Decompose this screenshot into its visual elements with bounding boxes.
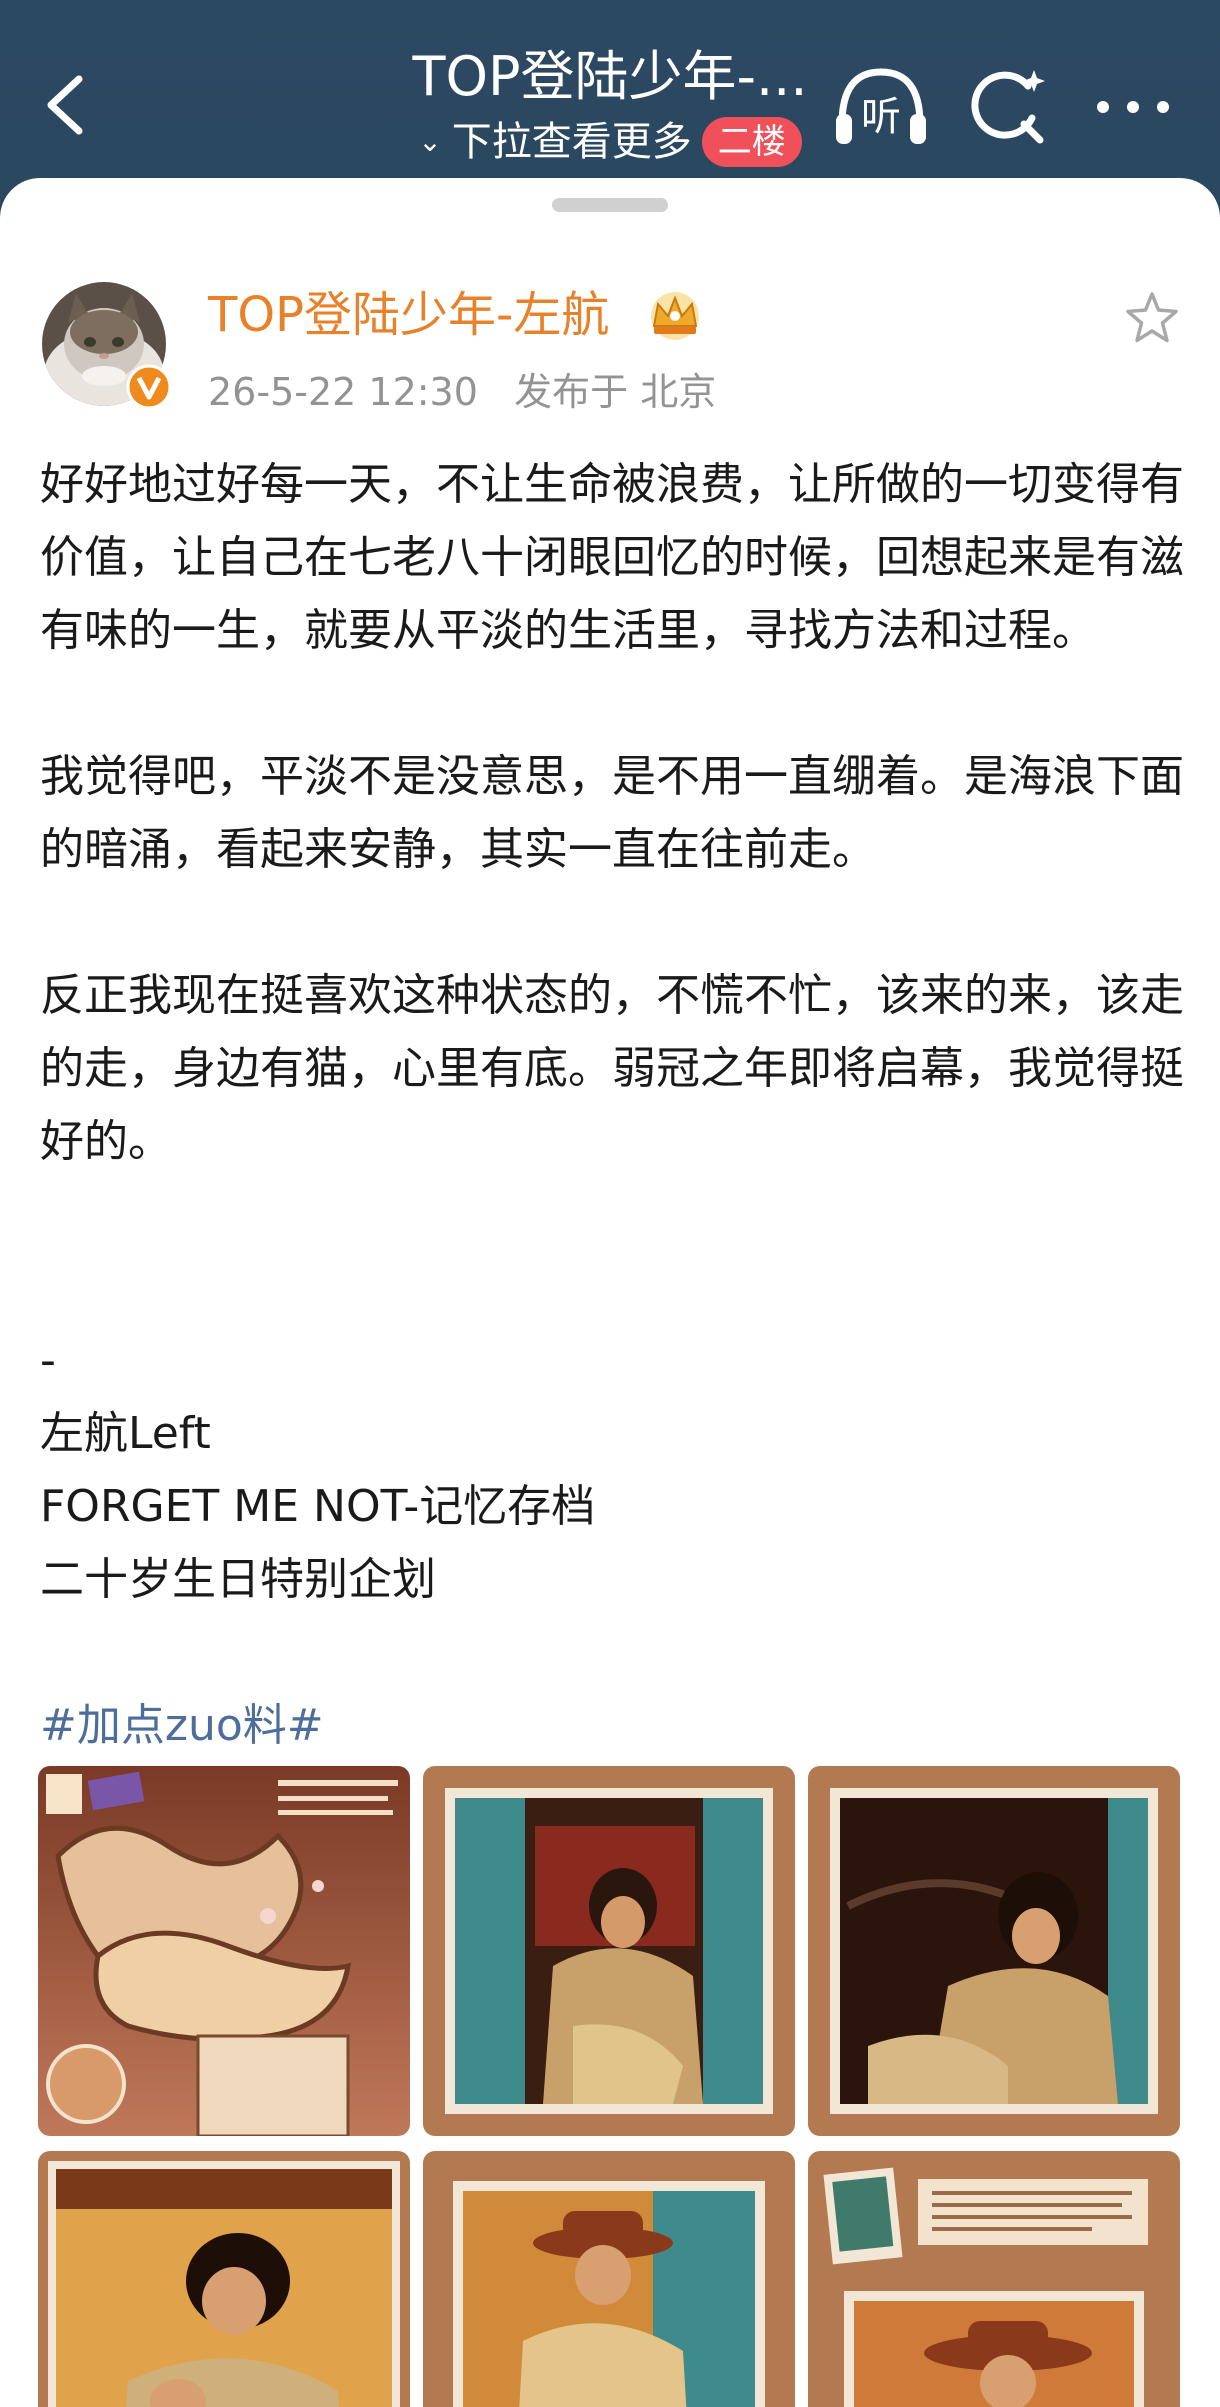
weibo-post-page: TOP登陆少年-... ⌄ 下拉查看更多 二楼 听 TOP登陆少年-左航 26-… bbox=[0, 0, 1220, 2407]
signature-line: 二十岁生日特别企划 bbox=[40, 1554, 436, 1605]
image-tile-photo[interactable] bbox=[38, 2151, 410, 2407]
star-icon bbox=[1126, 292, 1178, 343]
search-icon bbox=[971, 70, 1045, 144]
image-tile-poster[interactable] bbox=[38, 1766, 410, 2136]
signature-line: - bbox=[40, 1335, 56, 1386]
chevron-left-icon bbox=[47, 75, 83, 135]
nav-title: TOP登陆少年-... bbox=[412, 45, 808, 108]
more-button[interactable] bbox=[1088, 62, 1178, 152]
author-name[interactable]: TOP登陆少年-左航 bbox=[208, 282, 609, 348]
search-button[interactable] bbox=[966, 62, 1050, 152]
image-tile-photo[interactable] bbox=[808, 2151, 1180, 2407]
signature-line: 左航Left bbox=[40, 1408, 211, 1459]
favorite-button[interactable] bbox=[1124, 290, 1180, 346]
post-paragraph: 我觉得吧，平淡不是没意思，是不用一直绷着。是海浪下面的暗涌，看起来安静，其实一直… bbox=[40, 751, 1184, 875]
hashtag-link[interactable]: #加点zuo料# bbox=[40, 1689, 1190, 1762]
more-dots-icon bbox=[1097, 101, 1169, 113]
chevron-down-icon: ⌄ bbox=[418, 125, 442, 158]
listen-button[interactable]: 听 bbox=[832, 62, 930, 152]
post-location: 发布于 北京 bbox=[514, 370, 717, 414]
post-body: 好好地过好每一天，不让生命被浪费，让所做的一切变得有价值，让自己在七老八十闭眼回… bbox=[40, 448, 1190, 1762]
pull-down-text: 下拉查看更多 bbox=[451, 119, 692, 165]
signature-line: FORGET ME NOT-记忆存档 bbox=[40, 1481, 596, 1532]
top-nav-bar: TOP登陆少年-... ⌄ 下拉查看更多 二楼 听 bbox=[0, 0, 1220, 180]
post-meta: 26-5-22 12:30 发布于 北京 bbox=[208, 366, 716, 418]
floor-badge: 二楼 bbox=[701, 117, 802, 167]
back-button[interactable] bbox=[30, 60, 100, 150]
post-paragraph: 好好地过好每一天，不让生命被浪费，让所做的一切变得有价值，让自己在七老八十闭眼回… bbox=[40, 459, 1184, 656]
verified-badge-icon bbox=[126, 364, 172, 410]
image-tile-photo[interactable] bbox=[423, 1766, 795, 2136]
image-tile-photo[interactable] bbox=[423, 2151, 795, 2407]
listen-label: 听 bbox=[861, 94, 901, 140]
drag-handle[interactable] bbox=[552, 198, 668, 212]
image-tile-photo[interactable] bbox=[808, 1766, 1180, 2136]
nav-title-area[interactable]: TOP登陆少年-... ⌄ 下拉查看更多 二楼 bbox=[360, 42, 860, 172]
headphones-icon: 听 bbox=[836, 68, 926, 144]
post-paragraph: 反正我现在挺喜欢这种状态的，不慌不忙，该来的来，该走的走，身边有猫，心里有底。弱… bbox=[40, 970, 1184, 1167]
pull-down-hint: ⌄ 下拉查看更多 二楼 bbox=[360, 112, 860, 172]
post-timestamp: 26-5-22 12:30 bbox=[208, 370, 478, 414]
crown-badge-icon[interactable] bbox=[644, 286, 706, 342]
